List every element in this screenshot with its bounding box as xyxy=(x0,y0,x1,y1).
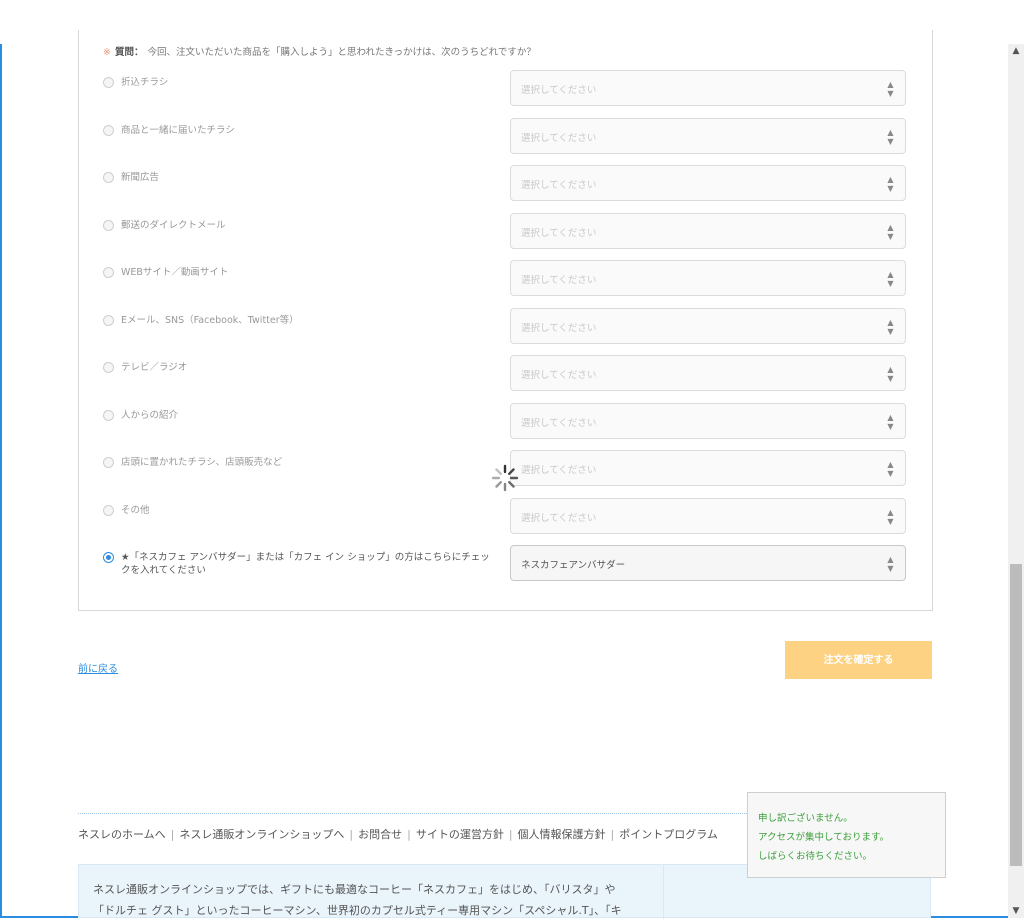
footer-info-line: ネスレ通販オンラインショップでは、ギフトにも最適なコーヒー「ネスカフェ」をはじめ… xyxy=(93,883,616,896)
question-text: 今回、注文いただいた商品を「購入しよう」と思われたきっかけは、次のうちどれですか… xyxy=(147,47,536,58)
option-select[interactable]: 選択してください ▲ ▼ xyxy=(510,307,906,344)
option-label: 折込チラシ xyxy=(121,77,169,88)
option-label: 郵送のダイレクトメール xyxy=(121,219,226,231)
option-label: ★「ネスカフェ アンバサダー」または「カフェ イン ショップ」の方はこちらにチェ… xyxy=(121,552,490,576)
survey-option-row: 新聞広告 選択してください ▲ ▼ xyxy=(100,165,910,203)
select-arrows-icon: ▲ ▼ xyxy=(887,270,894,288)
footer-separator: | xyxy=(508,828,513,841)
select-arrows-icon: ▲ ▼ xyxy=(887,507,894,526)
option-select[interactable]: 選択してください ▲ ▼ xyxy=(510,402,906,439)
required-mark: ※ xyxy=(103,47,111,58)
footer-links: ネスレのホームへ | ネスレ通販オンラインショップへ | お問合せ | サイトの運営方針 | 個… xyxy=(78,826,718,842)
option-select[interactable]: 選択してください ▲ ▼ xyxy=(510,212,906,249)
survey-question: ※ 質問： 今回、注文いただいた商品を「購入しよう」と思われたきっかけは、次のうちど… xyxy=(103,44,536,58)
option-label: 商品と一緒に届いたチラシ xyxy=(121,124,235,136)
scroll-up-arrow-icon[interactable]: ▲ xyxy=(1008,44,1024,58)
option-select[interactable]: 選択してください ▲ ▼ xyxy=(510,260,906,296)
option-radio[interactable] xyxy=(103,362,114,373)
option-label: その他 xyxy=(121,504,150,516)
select-value: ネスカフェアンバサダー xyxy=(521,560,626,571)
select-value: 選択してください xyxy=(521,180,597,191)
option-label: 人からの紹介 xyxy=(121,409,179,421)
footer-link[interactable]: 個人情報保護方針 xyxy=(518,828,606,841)
option-radio[interactable] xyxy=(103,172,114,183)
footer-separator: | xyxy=(349,828,354,841)
survey-option-row: その他 選択してください ▲ ▼ xyxy=(100,497,910,536)
select-arrows-icon: ▲ ▼ xyxy=(887,222,894,241)
survey-option-row: WEBサイト／動画サイト 選択してください ▲ ▼ xyxy=(100,260,910,298)
option-radio[interactable] xyxy=(103,267,114,278)
confirm-order-button[interactable]: 注文を確定する xyxy=(785,641,932,679)
select-arrows-icon: ▲ ▼ xyxy=(887,317,894,336)
option-select[interactable]: ネスカフェアンバサダー ▲ ▼ xyxy=(510,545,906,581)
select-arrows-icon: ▲ ▼ xyxy=(887,555,894,573)
access-notice-popup: 申し訳ございません。 アクセスが集中しております。 しばらくお待ちください。 xyxy=(747,792,946,878)
option-label: テレビ／ラジオ xyxy=(121,362,188,373)
select-value: 選択してください xyxy=(521,417,597,429)
scrollbar-thumb[interactable] xyxy=(1010,564,1022,866)
question-label: 質問： xyxy=(114,47,144,58)
survey-option-row: 人からの紹介 選択してください ▲ ▼ xyxy=(100,402,910,441)
select-value: 選択してください xyxy=(521,85,597,96)
loading-spinner-icon xyxy=(491,464,519,492)
option-radio[interactable] xyxy=(103,77,114,88)
option-select[interactable]: 選択してください ▲ ▼ xyxy=(510,165,906,201)
option-select[interactable]: 選択してください ▲ ▼ xyxy=(510,355,906,391)
footer-link[interactable]: ネスレ通販オンラインショップへ xyxy=(179,828,344,841)
option-select[interactable]: 選択してください ▲ ▼ xyxy=(510,70,906,106)
option-radio[interactable] xyxy=(103,124,114,136)
footer-separator: | xyxy=(170,828,175,841)
option-label: WEBサイト／動画サイト xyxy=(121,267,229,278)
select-arrows-icon: ▲ ▼ xyxy=(887,175,894,193)
footer-link[interactable]: ネスレのホームへ xyxy=(78,828,166,841)
select-value: 選択してください xyxy=(521,275,597,286)
select-value: 選択してください xyxy=(521,370,597,381)
option-label: 新聞広告 xyxy=(121,172,160,183)
survey-option-row: テレビ／ラジオ 選択してください ▲ ▼ xyxy=(100,355,910,393)
select-arrows-icon: ▲ ▼ xyxy=(887,127,894,146)
notice-line: 申し訳ございません。 xyxy=(758,813,853,824)
option-radio[interactable] xyxy=(103,504,114,516)
footer-info-inner: ネスレ通販オンラインショップでは、ギフトにも最適なコーヒー「ネスカフェ」をはじめ… xyxy=(79,865,664,919)
select-arrows-icon: ▲ ▼ xyxy=(887,365,894,383)
select-value: 選択してください xyxy=(521,465,597,476)
back-link[interactable]: 前に戻る xyxy=(78,660,118,675)
survey-option-row: 折込チラシ 選択してください ▲ ▼ xyxy=(100,70,910,108)
footer-separator: | xyxy=(610,828,615,841)
option-select[interactable]: 選択してください ▲ ▼ xyxy=(510,450,906,486)
option-radio[interactable] xyxy=(103,219,114,231)
option-radio[interactable] xyxy=(103,409,114,421)
scroll-down-arrow-icon[interactable]: ▼ xyxy=(1008,904,1024,918)
vertical-scrollbar[interactable]: ▲ ▼ xyxy=(1008,44,1024,918)
survey-option-row: 郵送のダイレクトメール 選択してください ▲ ▼ xyxy=(100,212,910,251)
select-value: 選択してください xyxy=(521,132,597,144)
select-arrows-icon: ▲ ▼ xyxy=(887,412,894,431)
select-value: 選択してください xyxy=(521,227,597,239)
footer-separator: | xyxy=(407,828,411,841)
survey-option-row: 商品と一緒に届いたチラシ 選択してください ▲ ▼ xyxy=(100,117,910,156)
notice-line: アクセスが集中しております。 xyxy=(758,832,890,843)
option-radio[interactable] xyxy=(103,314,114,326)
select-arrows-icon: ▲ ▼ xyxy=(887,460,894,478)
footer-link[interactable]: ポイントプログラム xyxy=(619,828,718,841)
select-arrows-icon: ▲ ▼ xyxy=(887,80,894,98)
option-label: 店頭に置かれたチラシ、店頭販売など xyxy=(121,457,283,468)
window-edge-left xyxy=(0,44,2,918)
option-radio[interactable] xyxy=(103,552,114,563)
survey-option-row: Eメール、SNS（Facebook、Twitter等） 選択してください ▲ ▼ xyxy=(100,307,910,346)
option-radio[interactable] xyxy=(103,457,114,468)
footer-link[interactable]: サイトの運営方針 xyxy=(416,828,504,841)
option-select[interactable]: 選択してください ▲ ▼ xyxy=(510,497,906,534)
select-value: 選択してください xyxy=(521,322,597,334)
survey-option-row: ★「ネスカフェ アンバサダー」または「カフェ イン ショップ」の方はこちらにチェ… xyxy=(100,545,910,583)
select-value: 選択してください xyxy=(521,512,597,524)
footer-link[interactable]: お問合せ xyxy=(358,828,402,841)
option-select[interactable]: 選択してください ▲ ▼ xyxy=(510,117,906,154)
footer-info-text: ネスレ通販オンラインショップでは、ギフトにも最適なコーヒー「ネスカフェ」をはじめ… xyxy=(93,879,622,921)
notice-line: しばらくお待ちください。 xyxy=(758,851,873,862)
option-label: Eメール、SNS（Facebook、Twitter等） xyxy=(121,314,299,326)
